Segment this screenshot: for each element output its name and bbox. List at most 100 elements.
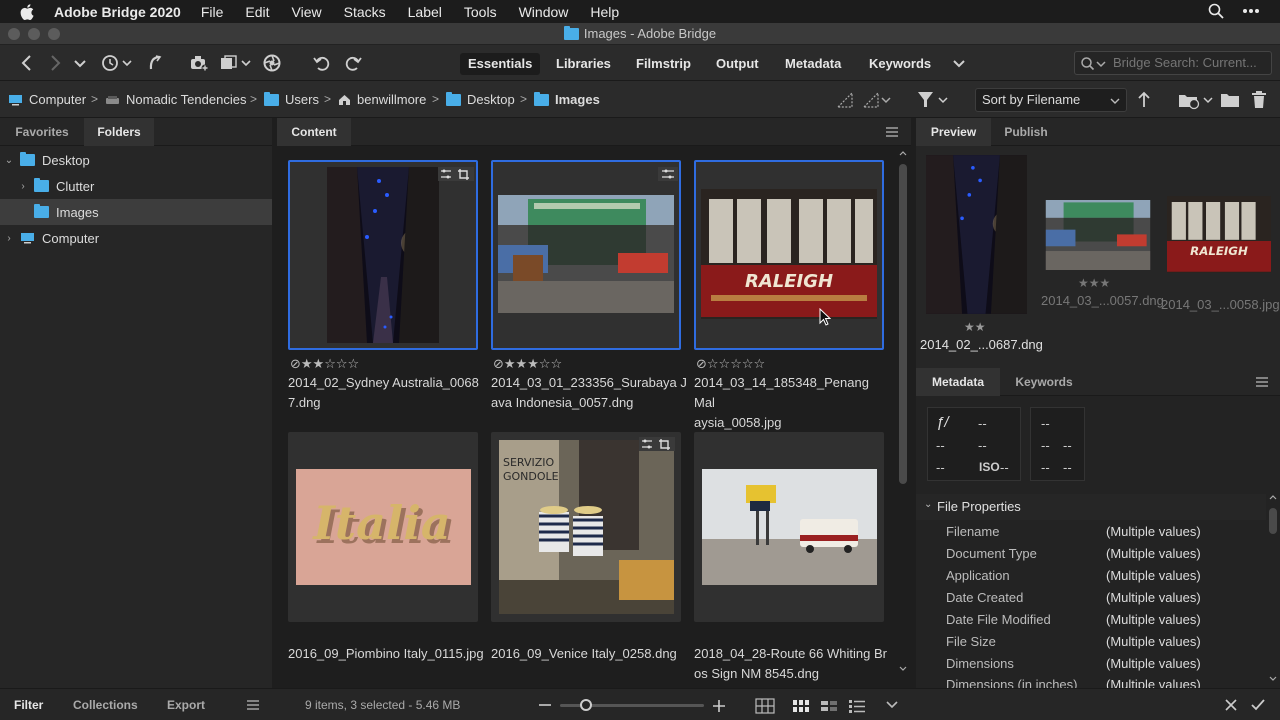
app-name[interactable]: Adobe Bridge 2020: [54, 4, 181, 20]
scroll-down-arrow-icon[interactable]: [1269, 676, 1277, 682]
search-input[interactable]: [1113, 55, 1263, 70]
tab-favorites[interactable]: Favorites: [0, 118, 84, 146]
bridge-search-field[interactable]: [1074, 51, 1272, 75]
workspace-libraries[interactable]: Libraries: [548, 53, 619, 75]
filter-icon[interactable]: [917, 90, 951, 110]
apply-checkmark-icon[interactable]: [1251, 699, 1265, 711]
scrollbar-thumb[interactable]: [899, 164, 907, 484]
spotlight-search-icon[interactable]: [1208, 3, 1224, 19]
grid-lock-icon[interactable]: [755, 698, 775, 714]
menu-view[interactable]: View: [292, 4, 322, 20]
zoom-window-button[interactable]: [48, 28, 60, 40]
thumbnail-cell[interactable]: [491, 160, 681, 350]
tab-filter[interactable]: Filter: [14, 689, 43, 720]
metadata-value[interactable]: (Multiple values): [1106, 568, 1201, 583]
camera-raw-icon[interactable]: [262, 53, 282, 73]
apple-icon[interactable]: [20, 3, 34, 20]
metadata-value[interactable]: (Multiple values): [1106, 634, 1201, 649]
chevron-right-icon[interactable]: ›: [4, 233, 14, 244]
thumbnail-cell[interactable]: RALEIGH: [694, 160, 884, 350]
boomerang-icon[interactable]: [145, 53, 165, 73]
breadcrumb-benwillmore[interactable]: benwillmore: [338, 92, 426, 107]
preview-rating-stars[interactable]: ★★★: [1078, 276, 1110, 290]
tree-item-computer[interactable]: › Computer: [0, 225, 272, 251]
tree-item-desktop[interactable]: ⌄ Desktop: [0, 147, 272, 173]
thumbnail-cell[interactable]: [288, 160, 478, 350]
zoom-in-icon[interactable]: [712, 699, 726, 713]
sort-ascending-arrow-icon[interactable]: [1137, 91, 1151, 109]
preview-image[interactable]: RALEIGH: [1167, 196, 1271, 273]
tab-metadata[interactable]: Metadata: [916, 368, 1000, 396]
more-menu-icon[interactable]: [1242, 8, 1260, 14]
rotate-right-icon[interactable]: [343, 53, 363, 73]
back-arrow-icon[interactable]: [17, 53, 37, 73]
metadata-value[interactable]: (Multiple values): [1106, 524, 1201, 539]
close-window-button[interactable]: [8, 28, 20, 40]
recent-chevron-down-icon[interactable]: [70, 53, 90, 73]
camera-import-icon[interactable]: [189, 53, 209, 73]
new-folder-icon[interactable]: [1220, 91, 1240, 109]
thumbnail-cell[interactable]: [694, 432, 884, 622]
tree-item-clutter[interactable]: › Clutter: [0, 173, 272, 199]
menu-window[interactable]: Window: [519, 4, 569, 20]
history-icon[interactable]: [100, 53, 134, 73]
tab-folders[interactable]: Folders: [84, 118, 154, 146]
rating-stars[interactable]: ⊘★★★☆☆: [493, 356, 562, 372]
sort-dropdown[interactable]: Sort by Filename: [975, 88, 1127, 112]
scroll-up-arrow-icon[interactable]: [1269, 494, 1277, 500]
panel-menu-icon[interactable]: [247, 700, 259, 710]
menu-label[interactable]: Label: [408, 4, 442, 20]
scroll-down-arrow-icon[interactable]: [899, 666, 907, 672]
menu-stacks[interactable]: Stacks: [344, 4, 386, 20]
cancel-x-icon[interactable]: [1225, 699, 1237, 711]
list-view-icon[interactable]: [848, 698, 866, 714]
tab-publish[interactable]: Publish: [991, 118, 1061, 146]
metadata-value[interactable]: (Multiple values): [1106, 612, 1201, 627]
file-properties-section-header[interactable]: ⌄ File Properties: [916, 494, 1266, 520]
open-recent-icon[interactable]: [1178, 90, 1214, 110]
tab-keywords[interactable]: Keywords: [1000, 368, 1088, 396]
metadata-value[interactable]: (Multiple values): [1106, 590, 1201, 605]
workspace-filmstrip[interactable]: Filmstrip: [628, 53, 699, 75]
breadcrumb-nomadic-tendencies[interactable]: Nomadic Tendencies: [105, 92, 246, 107]
trash-icon[interactable]: [1251, 90, 1267, 109]
breadcrumb-computer[interactable]: Computer: [8, 92, 86, 107]
menu-help[interactable]: Help: [590, 4, 619, 20]
slider-handle[interactable]: [580, 699, 592, 711]
workspace-keywords[interactable]: Keywords: [861, 53, 939, 75]
metadata-scrollbar[interactable]: [1268, 494, 1278, 684]
rating-stars[interactable]: ⊘★★☆☆☆: [290, 356, 359, 372]
minimize-window-button[interactable]: [28, 28, 40, 40]
tab-export[interactable]: Export: [167, 689, 205, 720]
panel-menu-icon[interactable]: [1256, 377, 1268, 387]
forward-arrow-icon[interactable]: [45, 53, 65, 73]
workspace-essentials[interactable]: Essentials: [460, 53, 541, 75]
tab-collections[interactable]: Collections: [73, 689, 138, 720]
workspace-more-chevron-icon[interactable]: [949, 53, 969, 73]
thumbnail-cell[interactable]: Italia Italia: [288, 432, 478, 622]
breadcrumb-desktop[interactable]: Desktop: [446, 91, 515, 107]
zoom-out-icon[interactable]: [538, 699, 552, 711]
preview-rating-stars[interactable]: ★★: [964, 320, 986, 334]
preview-image[interactable]: [926, 155, 1027, 314]
details-view-icon[interactable]: [820, 698, 838, 714]
thumbnail-view-icon[interactable]: [792, 698, 810, 714]
tab-preview[interactable]: Preview: [916, 118, 991, 146]
menu-edit[interactable]: Edit: [245, 4, 269, 20]
refine-icon[interactable]: [218, 53, 254, 73]
metadata-value[interactable]: (Multiple values): [1106, 656, 1201, 671]
tab-content[interactable]: Content: [277, 118, 351, 146]
breadcrumb-users[interactable]: Users: [264, 91, 319, 107]
metadata-value[interactable]: (Multiple values): [1106, 678, 1201, 688]
thumbnail-cell[interactable]: SERVIZIO GONDOLE: [491, 432, 681, 622]
scroll-up-arrow-icon[interactable]: [899, 150, 907, 156]
rating-stars[interactable]: ⊘☆☆☆☆☆: [696, 356, 765, 372]
thumbnail-quality-icon[interactable]: [862, 91, 894, 109]
tree-item-images[interactable]: Images: [0, 199, 272, 225]
chevron-down-icon[interactable]: ⌄: [4, 155, 14, 166]
workspace-output[interactable]: Output: [708, 53, 767, 75]
chevron-right-icon[interactable]: ›: [18, 181, 28, 192]
panel-menu-icon[interactable]: [886, 127, 898, 137]
menu-tools[interactable]: Tools: [464, 4, 497, 20]
view-options-chevron-icon[interactable]: [885, 700, 899, 710]
